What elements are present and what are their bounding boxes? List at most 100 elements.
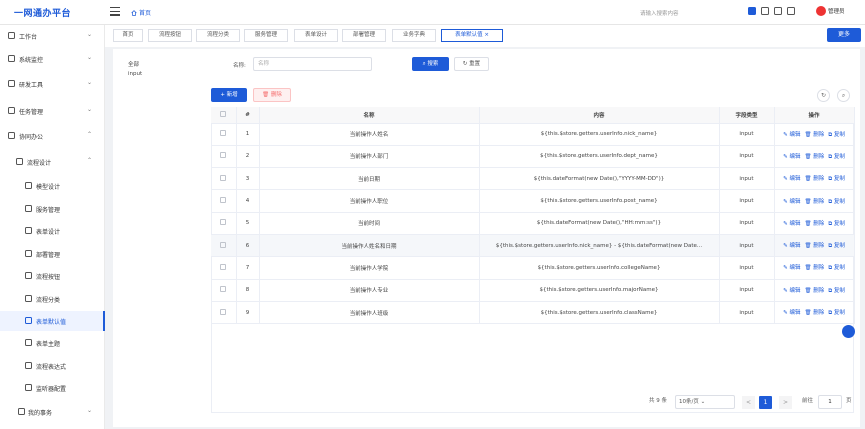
copy-button[interactable]: ⧉ 复制 [828, 176, 845, 182]
row-actions: ✎ 编辑 🗑 删除 ⧉ 复制 [774, 167, 855, 191]
page-number-current[interactable]: 1 [759, 396, 772, 409]
theme-icon[interactable] [761, 7, 769, 15]
row-checkbox[interactable] [211, 123, 237, 146]
home-icon [131, 10, 137, 16]
sidebar-item-monitor[interactable]: 系统监控 ⌄ [0, 49, 105, 69]
page-size-select[interactable]: 10条/页 ⌄ [675, 395, 735, 409]
edit-button[interactable]: ✎ 编辑 [783, 265, 800, 271]
tool-icon [8, 80, 15, 87]
sidebar-item-devtools[interactable]: 研发工具 ⌄ [0, 74, 105, 94]
floating-settings-button[interactable] [842, 325, 855, 338]
sidebar-item-workbench[interactable]: 工作台 ⌄ [0, 26, 105, 46]
row-checkbox[interactable] [211, 212, 237, 235]
close-icon[interactable]: × [484, 32, 489, 38]
sidebar-item-form-default[interactable]: 表单默认值 [0, 311, 105, 331]
copy-button[interactable]: ⧉ 复制 [828, 265, 845, 271]
delete-row-button[interactable]: 🗑 删除 [804, 243, 824, 249]
tabs-bar: 首页 流程按钮 流程分类 服务管理 表单设计 部署管理 业务字典 表单默认值 ×… [105, 25, 865, 47]
edit-button[interactable]: ✎ 编辑 [783, 243, 800, 249]
row-index: 7 [236, 256, 260, 280]
tree-node-input[interactable]: input [128, 71, 142, 77]
name-search-input[interactable]: 名称 [253, 57, 372, 71]
tab-service[interactable]: 服务管理 [244, 29, 288, 42]
copy-button[interactable]: ⧉ 复制 [828, 199, 845, 205]
edit-button[interactable]: ✎ 编辑 [783, 310, 800, 316]
copy-button[interactable]: ⧉ 复制 [828, 221, 845, 227]
menu-toggle-icon[interactable] [110, 7, 120, 16]
sidebar-item-flow-design[interactable]: 流程设计 ⌃ [0, 152, 105, 172]
reset-button[interactable]: ↻ 重置 [454, 57, 489, 71]
add-button[interactable]: + 新增 [211, 88, 247, 102]
sidebar-item-service[interactable]: 服务管理 [0, 199, 105, 219]
edit-button[interactable]: ✎ 编辑 [783, 199, 800, 205]
sidebar-item-flow-category[interactable]: 流程分类 [0, 289, 105, 309]
copy-button[interactable]: ⧉ 复制 [828, 288, 845, 294]
main-content: 全部 input 名称: 名称 ⌕ 搜索 ↻ 重置 + 新增 🗑 删除 ↻ ⌕ … [113, 49, 860, 427]
row-checkbox[interactable] [211, 167, 237, 191]
user-menu[interactable]: 管理员 [816, 6, 845, 16]
select-all-checkbox[interactable] [211, 107, 237, 124]
sidebar-item-my-affairs[interactable]: 我的事务 ⌄ [0, 402, 105, 422]
tab-flow-button[interactable]: 流程按钮 [148, 29, 192, 42]
sidebar-item-form-design[interactable]: 表单设计 [0, 221, 105, 241]
delete-row-button[interactable]: 🗑 删除 [804, 310, 824, 316]
sidebar-item-expression[interactable]: 流程表达式 [0, 356, 105, 376]
goto-page-input[interactable]: 1 [818, 395, 842, 409]
next-page-button[interactable]: > [779, 396, 792, 409]
delete-row-button[interactable]: 🗑 删除 [804, 176, 824, 182]
tab-deploy[interactable]: 部署管理 [342, 29, 386, 42]
copy-button[interactable]: ⧉ 复制 [828, 132, 845, 138]
sidebar-item-listener[interactable]: 监听器配置 [0, 378, 105, 398]
refresh-icon[interactable]: ↻ [817, 89, 830, 102]
edit-button[interactable]: ✎ 编辑 [783, 132, 800, 138]
delete-row-button[interactable]: 🗑 删除 [804, 288, 824, 294]
delete-row-button[interactable]: 🗑 删除 [804, 154, 824, 160]
fullscreen-icon[interactable] [787, 7, 795, 15]
edit-button[interactable]: ✎ 编辑 [783, 176, 800, 182]
sidebar-item-flow-button[interactable]: 流程按钮 [0, 266, 105, 286]
sidebar-item-model-design[interactable]: 模型设计 [0, 176, 105, 196]
tab-form-design[interactable]: 表单设计 [294, 29, 338, 42]
row-index: 1 [236, 123, 260, 146]
row-checkbox[interactable] [211, 256, 237, 280]
copy-button[interactable]: ⧉ 复制 [828, 310, 845, 316]
delete-row-button[interactable]: 🗑 删除 [804, 132, 824, 138]
edit-button[interactable]: ✎ 编辑 [783, 221, 800, 227]
tab-flow-category[interactable]: 流程分类 [196, 29, 240, 42]
copy-button[interactable]: ⧉ 复制 [828, 243, 845, 249]
header-search-input[interactable]: 请输入搜索内容 [640, 9, 679, 17]
sidebar-item-form-theme[interactable]: 表单主题 [0, 333, 105, 353]
listener-icon [25, 384, 32, 391]
search-button[interactable]: ⌕ 搜索 [412, 57, 449, 71]
edit-icon: ✎ [783, 287, 788, 294]
tree-node-all[interactable]: 全部 [128, 60, 139, 68]
edit-button[interactable]: ✎ 编辑 [783, 154, 800, 160]
row-checkbox[interactable] [211, 189, 237, 213]
search-toggle-icon[interactable]: ⌕ [837, 89, 850, 102]
tab-form-default[interactable]: 表单默认值 × [441, 29, 503, 42]
delete-row-button[interactable]: 🗑 删除 [804, 221, 824, 227]
row-index: 3 [236, 167, 260, 191]
sidebar-item-office[interactable]: 协同办公 ⌃ [0, 126, 105, 146]
delete-row-button[interactable]: 🗑 删除 [804, 199, 824, 205]
row-checkbox[interactable] [211, 145, 237, 169]
tab-dict[interactable]: 业务字典 [392, 29, 436, 42]
delete-row-button[interactable]: 🗑 删除 [804, 265, 824, 271]
row-content: ${this.$store.getters.userInfo.collegeNa… [479, 256, 720, 280]
notification-icon[interactable] [748, 7, 756, 15]
sidebar-item-deploy[interactable]: 部署管理 [0, 244, 105, 264]
flow-icon [16, 158, 23, 165]
sidebar-item-tasks[interactable]: 任务管理 ⌄ [0, 101, 105, 121]
copy-button[interactable]: ⧉ 复制 [828, 154, 845, 160]
col-header-type: 字段类型 [719, 107, 775, 124]
prev-page-button[interactable]: < [742, 396, 755, 409]
row-checkbox[interactable] [211, 234, 237, 258]
delete-button[interactable]: 🗑 删除 [253, 88, 291, 102]
edit-button[interactable]: ✎ 编辑 [783, 288, 800, 294]
row-checkbox[interactable] [211, 301, 237, 325]
breadcrumb-home[interactable]: 首页 [131, 8, 151, 17]
tab-home[interactable]: 首页 [113, 29, 143, 42]
layout-icon[interactable] [774, 7, 782, 15]
more-button[interactable]: 更多 [827, 28, 861, 42]
row-checkbox[interactable] [211, 279, 237, 302]
